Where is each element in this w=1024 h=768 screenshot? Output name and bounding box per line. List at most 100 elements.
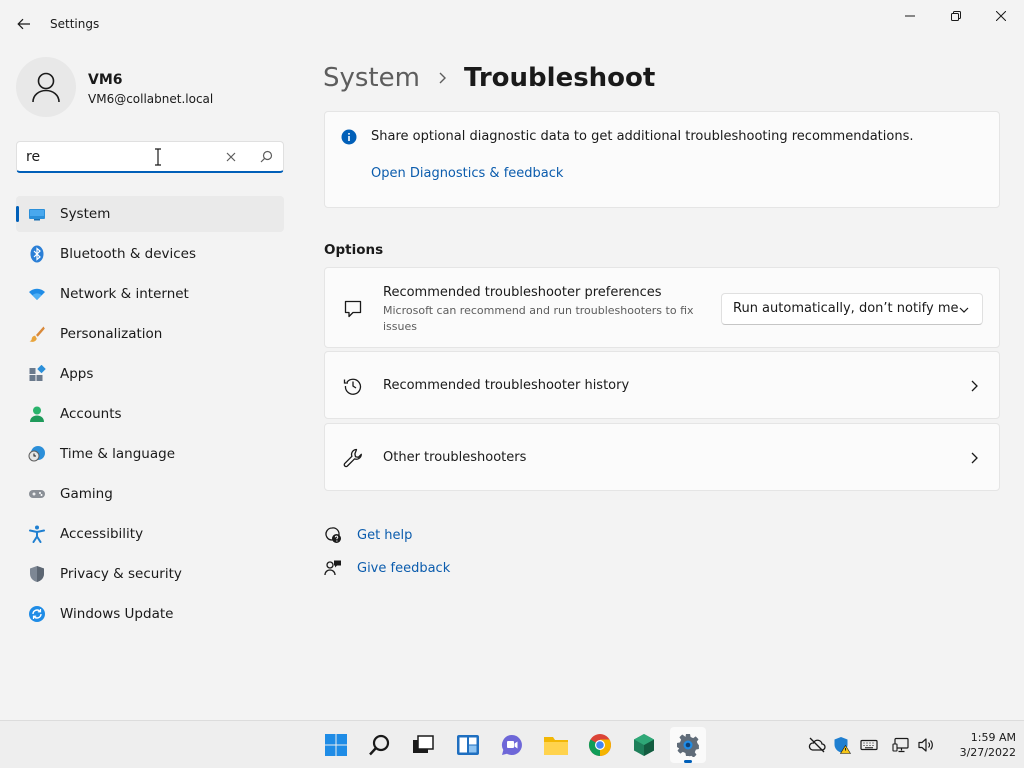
gamepad-icon: [29, 490, 45, 498]
security-tray-icon[interactable]: [833, 736, 851, 754]
get-help-label: Get help: [357, 527, 413, 543]
search-input[interactable]: [26, 147, 206, 167]
shield-icon: [30, 566, 44, 582]
sidebar-item-accessibility[interactable]: Accessibility: [16, 516, 284, 552]
apps-icon: [29, 365, 46, 381]
sidebar-item-label: Gaming: [60, 486, 113, 502]
clock-date: 3/27/2022: [959, 746, 1016, 759]
brush-icon: [29, 326, 45, 342]
chat-button[interactable]: [494, 727, 530, 763]
speaker-icon: [918, 738, 933, 752]
sidebar-item-apps[interactable]: Apps: [16, 356, 284, 392]
accounts-icon: [30, 406, 44, 422]
back-arrow-icon: [17, 18, 30, 30]
sidebar-item-time-language[interactable]: Time & language: [16, 436, 284, 472]
give-feedback-label: Give feedback: [357, 560, 451, 576]
folder-icon: [544, 737, 568, 755]
preferences-title: Recommended troubleshooter preferences: [383, 285, 662, 300]
preferences-description: Microsoft can recommend and run troubles…: [383, 304, 694, 333]
volume-tray-icon[interactable]: [917, 736, 935, 754]
get-help-link[interactable]: Get help: [324, 524, 412, 546]
sidebar-item-bluetooth[interactable]: Bluetooth & devices: [16, 236, 284, 272]
app-title: Settings: [50, 17, 100, 31]
sidebar-item-system[interactable]: System: [16, 196, 284, 232]
ethernet-icon: [892, 737, 909, 753]
text-cursor-icon: [155, 148, 161, 166]
chevron-right-icon: [971, 452, 978, 464]
cloud-offline-icon: [808, 737, 826, 753]
troubleshooter-history-card[interactable]: Recommended troubleshooter history: [324, 351, 1000, 419]
info-text: Share optional diagnostic data to get ad…: [371, 129, 914, 144]
sidebar-item-label: Personalization: [60, 326, 163, 342]
keyboard-tray-icon[interactable]: [860, 736, 878, 754]
minimize-button[interactable]: [887, 0, 933, 32]
give-feedback-link[interactable]: Give feedback: [324, 557, 450, 579]
search-icon[interactable]: [258, 149, 274, 165]
sidebar-item-label: Time & language: [60, 446, 176, 462]
open-diagnostics-link[interactable]: Open Diagnostics & feedback: [371, 166, 563, 181]
search-icon: [369, 734, 390, 756]
sidebar-nav: System Bluetooth & devices Network & int…: [16, 196, 284, 636]
history-icon: [343, 378, 362, 395]
onedrive-tray-icon[interactable]: [808, 736, 826, 754]
search-box[interactable]: [16, 141, 284, 173]
file-explorer-button[interactable]: [538, 727, 574, 763]
accessibility-icon: [29, 525, 45, 543]
breadcrumb-parent[interactable]: System: [323, 63, 420, 93]
system-icon: [29, 209, 45, 221]
wifi-icon: [29, 288, 45, 300]
dropdown-value: Run automatically, don’t notify me: [733, 301, 959, 316]
title-bar: Settings: [0, 0, 1024, 48]
minimize-icon: [905, 15, 915, 17]
other-troubleshooters-card[interactable]: Other troubleshooters: [324, 423, 1000, 491]
chat-bubble-icon: [344, 300, 362, 318]
preferences-dropdown[interactable]: Run automatically, don’t notify me: [721, 293, 983, 325]
clock-time: 1:59 AM: [970, 731, 1016, 744]
sidebar-item-label: Privacy & security: [60, 566, 182, 582]
sidebar-item-gaming[interactable]: Gaming: [16, 476, 284, 512]
sidebar-item-windows-update[interactable]: Windows Update: [16, 596, 284, 632]
wrench-icon: [343, 448, 362, 468]
network-tray-icon[interactable]: [892, 736, 910, 754]
chrome-icon: [589, 734, 611, 756]
chevron-right-icon: [439, 72, 446, 84]
troubleshooter-preferences-card: Recommended troubleshooter preferences M…: [324, 267, 1000, 348]
sidebar-item-label: Accessibility: [60, 526, 144, 542]
chrome-button[interactable]: [582, 727, 618, 763]
teams-chat-icon: [501, 734, 522, 755]
avatar[interactable]: [16, 57, 76, 117]
options-heading: Options: [324, 242, 384, 258]
clear-search-icon[interactable]: [223, 149, 239, 165]
sidebar-item-network[interactable]: Network & internet: [16, 276, 284, 312]
clock[interactable]: 1:59 AM 3/27/2022: [940, 730, 1016, 760]
sidebar-item-personalization[interactable]: Personalization: [16, 316, 284, 352]
sidebar-item-label: Windows Update: [60, 606, 174, 622]
keyboard-icon: [860, 739, 878, 751]
cube-app-icon: [634, 734, 654, 756]
task-view-button[interactable]: [405, 727, 441, 763]
widgets-button[interactable]: [450, 727, 486, 763]
close-button[interactable]: [978, 0, 1024, 32]
time-language-icon: [28, 446, 45, 462]
sidebar-item-privacy[interactable]: Privacy & security: [16, 556, 284, 592]
windows-logo-icon: [325, 734, 347, 756]
sidebar-item-accounts[interactable]: Accounts: [16, 396, 284, 432]
chevron-down-icon: [959, 307, 969, 313]
bluetooth-icon: [30, 245, 44, 263]
box-app-button[interactable]: [626, 727, 662, 763]
taskbar-search-button[interactable]: [362, 727, 398, 763]
settings-taskbar-button[interactable]: [670, 727, 706, 763]
gear-icon: [677, 734, 699, 757]
start-button[interactable]: [318, 727, 354, 763]
chevron-right-icon: [971, 380, 978, 392]
sidebar-item-label: Accounts: [60, 406, 122, 422]
breadcrumb: System Troubleshoot: [323, 58, 655, 98]
user-profile[interactable]: VM6 VM6@collabnet.local: [16, 57, 286, 119]
restore-button[interactable]: [933, 0, 979, 32]
sidebar-item-label: Apps: [60, 366, 94, 382]
restore-icon: [951, 11, 961, 21]
active-app-indicator: [684, 760, 692, 763]
info-icon: [341, 129, 357, 145]
close-icon: [996, 11, 1006, 21]
back-button[interactable]: [10, 10, 38, 38]
